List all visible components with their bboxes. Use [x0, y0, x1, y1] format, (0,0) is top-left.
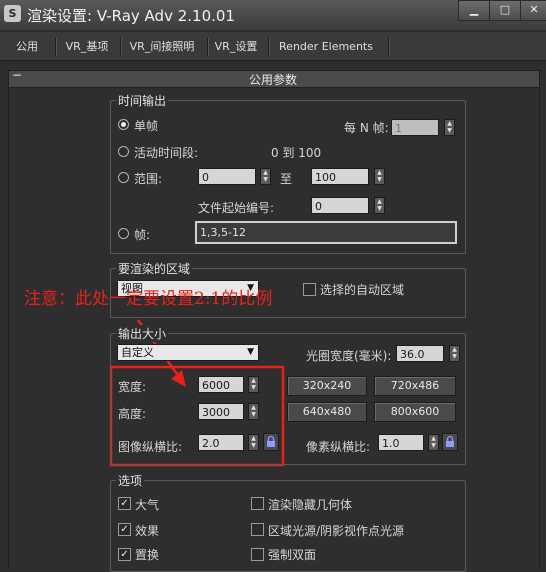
tab-vr-base[interactable]: VR_基项 — [58, 36, 116, 58]
pixel-aspect-input[interactable]: 1.0 — [378, 434, 424, 451]
aperture-label: 光圈宽度(毫米): — [306, 349, 392, 363]
frames-label: 帧: — [134, 228, 151, 242]
atmosphere-label: 大气 — [135, 498, 160, 512]
active-segment-label: 活动时间段: — [134, 146, 199, 160]
aperture-spinner[interactable]: ▲ ▼ — [449, 345, 460, 362]
range-end-spinner[interactable]: ▲ ▼ — [374, 168, 385, 185]
file-start-label: 文件起始编号: — [198, 201, 275, 215]
effects-label: 效果 — [135, 524, 160, 538]
image-aspect-label: 图像纵横比: — [118, 440, 183, 454]
tab-divider — [120, 38, 121, 56]
range-start-input[interactable]: 0 — [198, 168, 256, 185]
width-spinner[interactable]: ▲ ▼ — [248, 376, 259, 393]
range-label: 范围: — [134, 172, 163, 186]
tab-common[interactable]: 公用 — [6, 36, 48, 58]
width-input[interactable]: 6000 — [198, 376, 244, 393]
pixel-aspect-lock-button[interactable] — [442, 433, 458, 451]
height-input[interactable]: 3000 — [198, 403, 244, 420]
rollout-title: 公用参数 — [248, 73, 297, 87]
range-radio[interactable] — [118, 172, 129, 183]
file-start-input[interactable]: 0 — [311, 197, 369, 214]
tab-render-elements[interactable]: Render Elements — [270, 36, 382, 58]
render-area-label: 要渲染的区域 — [116, 260, 193, 277]
minimize-button[interactable]: ▁ — [458, 0, 490, 21]
auto-region-checkbox[interactable] — [303, 283, 316, 296]
force-two-sided-label: 强制双面 — [268, 548, 317, 562]
active-segment-radio[interactable] — [118, 146, 129, 157]
close-icon: ✕ — [529, 3, 539, 16]
pixel-aspect-label: 像素纵横比: — [306, 440, 371, 454]
chevron-down-icon: ▼ — [247, 347, 254, 357]
maximize-button[interactable]: □ — [489, 0, 521, 21]
area-lights-label: 区域光源/阴影视作点光源 — [268, 524, 405, 538]
height-label: 高度: — [118, 407, 147, 421]
lock-icon — [267, 435, 275, 447]
range-end-input[interactable]: 100 — [311, 168, 369, 185]
output-preset-value: 自定义 — [121, 346, 154, 359]
tab-divider — [55, 38, 56, 56]
time-output-label: 时间输出 — [116, 92, 169, 109]
image-aspect-spinner[interactable]: ▲ ▼ — [248, 434, 259, 451]
effects-checkbox[interactable]: ✓ — [118, 523, 131, 536]
single-frame-radio[interactable] — [118, 119, 129, 130]
every-n-frames-label: 每 N 帧: — [344, 121, 389, 135]
file-start-spinner[interactable]: ▲ ▼ — [374, 197, 385, 214]
annotation-note: 注意：此处一定要设置2:1的比例 — [24, 289, 273, 309]
preset-800x600-button[interactable]: 800x600 — [374, 402, 456, 422]
render-hidden-checkbox[interactable] — [251, 497, 264, 510]
tab-divider — [388, 38, 389, 56]
displacement-label: 置换 — [135, 548, 160, 562]
every-n-frames-spinner[interactable]: ▲ ▼ — [444, 119, 455, 136]
every-n-frames-input[interactable]: 1 — [391, 119, 439, 136]
output-size-label: 输出大小 — [116, 325, 169, 342]
frames-input[interactable]: 1,3,5-12 — [195, 221, 457, 244]
tab-divider — [268, 38, 269, 56]
force-two-sided-checkbox[interactable] — [251, 548, 264, 561]
width-label: 宽度: — [118, 380, 147, 394]
close-button[interactable]: ✕ — [520, 0, 546, 21]
height-spinner[interactable]: ▲ ▼ — [248, 403, 259, 420]
preset-640x480-button[interactable]: 640x480 — [287, 402, 367, 422]
options-label: 选项 — [116, 472, 145, 489]
preset-720x486-button[interactable]: 720x486 — [374, 376, 456, 396]
maximize-icon: □ — [499, 3, 511, 16]
lock-icon — [446, 435, 454, 447]
auto-region-label: 选择的自动区域 — [320, 283, 405, 297]
minimize-icon: ▁ — [469, 3, 479, 16]
tab-vr-gi[interactable]: VR_间接照明 — [122, 36, 202, 58]
output-preset-dropdown[interactable]: 自定义 ▼ — [117, 344, 259, 361]
pixel-aspect-spinner[interactable]: ▲ ▼ — [428, 434, 439, 451]
range-to-label: 至 — [280, 172, 293, 186]
atmosphere-checkbox[interactable]: ✓ — [118, 497, 131, 510]
preset-320x240-button[interactable]: 320x240 — [287, 376, 367, 396]
displacement-checkbox[interactable]: ✓ — [118, 548, 131, 561]
aperture-input[interactable]: 36.0 — [396, 345, 444, 362]
image-aspect-input[interactable]: 2.0 — [198, 434, 244, 451]
tab-vr-settings[interactable]: VR_设置 — [208, 36, 264, 58]
area-lights-checkbox[interactable] — [251, 523, 264, 536]
active-segment-range: 0 到 100 — [271, 146, 322, 160]
window-title: 渲染设置: V-Ray Adv 2.10.01 — [27, 7, 235, 25]
image-aspect-lock-button[interactable] — [263, 433, 279, 451]
single-frame-label: 单帧 — [134, 119, 159, 133]
render-hidden-label: 渲染隐藏几何体 — [268, 498, 353, 512]
range-start-spinner[interactable]: ▲ ▼ — [260, 168, 271, 185]
frames-radio[interactable] — [118, 228, 129, 239]
app-icon: S — [4, 5, 21, 22]
